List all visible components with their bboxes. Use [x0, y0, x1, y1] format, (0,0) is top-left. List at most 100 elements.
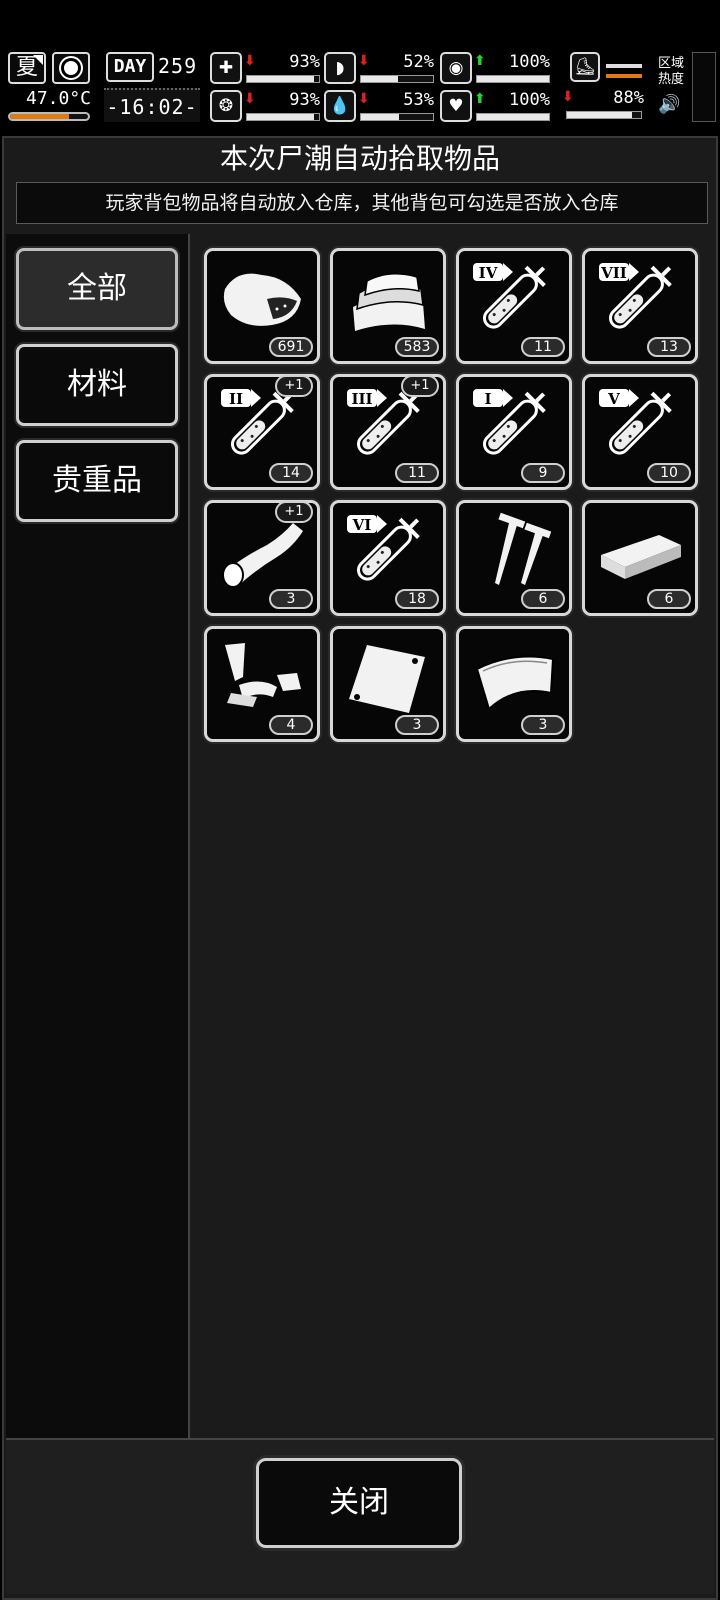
weather-indicator	[52, 52, 90, 84]
sanity-bar	[476, 75, 550, 83]
game-screen: 夏 47.0°C DAY 259 -16:02- ✚ ⬇ 93% ◗ ⬇ 52% ◉ ⬆ 100…	[0, 0, 720, 1600]
stamina-readout: ⬇ 88%	[558, 86, 646, 122]
hunger-stat: ◗ ⬇ 52%	[324, 50, 436, 86]
item-count: 6	[647, 589, 691, 609]
area-heat-label-line1: 区域	[657, 56, 684, 71]
category-sidebar: 全部 材料 贵重品	[6, 234, 190, 1456]
item-count: 4	[269, 715, 313, 735]
svg-text:VII: VII	[600, 264, 627, 282]
item-slot[interactable]: 3	[330, 626, 446, 742]
item-count: 6	[521, 589, 565, 609]
mood-value: 93%	[289, 90, 320, 110]
heat-meter	[692, 52, 716, 122]
trend-down-icon: ⬇	[244, 91, 256, 107]
item-slot[interactable]: IV 11	[456, 248, 572, 364]
hunger-bar-fill	[361, 76, 399, 82]
heart-stat: ♥ ⬆ 100%	[440, 88, 552, 124]
trend-up-icon: ⬆	[474, 91, 486, 107]
day-label: DAY	[106, 52, 154, 82]
speaker-icon[interactable]: 🔊	[658, 94, 680, 115]
item-slot[interactable]: 6	[582, 500, 698, 616]
item-count: 18	[395, 589, 439, 609]
temperature-readout: 47.0°C	[26, 88, 92, 109]
season-label: 夏	[15, 55, 38, 80]
heart-value: 100%	[509, 90, 550, 110]
mood-bar-fill	[247, 114, 314, 120]
clock: -16:02-	[104, 88, 200, 122]
tab-all[interactable]: 全部	[16, 248, 178, 330]
item-slot[interactable]: 4	[204, 626, 320, 742]
area-heat-label: 区域 热度	[654, 56, 688, 88]
stomach-icon: ◗	[324, 52, 356, 84]
item-count: 691	[269, 337, 313, 357]
status-hud: 夏 47.0°C DAY 259 -16:02- ✚ ⬇ 93% ◗ ⬇ 52% ◉ ⬆ 100…	[0, 48, 720, 128]
mood-bar	[246, 113, 320, 121]
health-bar	[246, 75, 320, 83]
item-slot[interactable]: II 14 +1	[204, 374, 320, 490]
item-count: 11	[521, 337, 565, 357]
heart-icon: ♥	[440, 90, 472, 122]
close-button[interactable]: 关闭	[256, 1458, 462, 1548]
upgrade-badge: +1	[275, 501, 313, 523]
health-bar-fill	[247, 76, 314, 82]
item-slot[interactable]: VII 13	[582, 248, 698, 364]
mood-stat: ❂ ⬇ 93%	[210, 88, 322, 124]
item-count: 13	[647, 337, 691, 357]
sanity-value: 100%	[509, 52, 550, 72]
trend-down-icon: ⬇	[358, 53, 370, 69]
item-grid: 691 583 IV 11 VII 13 II 14 +1 III 11 +1 I 9 V 10 3 +1 VI 18…	[192, 236, 714, 1456]
svg-text:IV: IV	[479, 264, 498, 282]
stamina-bar-fill	[567, 112, 633, 118]
trend-up-icon: ⬆	[474, 53, 486, 69]
tab-valuables[interactable]: 贵重品	[16, 440, 178, 522]
hunger-bar	[360, 75, 434, 83]
thirst-stat: 💧 ⬇ 53%	[324, 88, 436, 124]
svg-text:III: III	[351, 390, 372, 408]
item-slot[interactable]: V 10	[582, 374, 698, 490]
trend-down-icon: ⬇	[562, 89, 574, 105]
hunger-value: 52%	[403, 52, 434, 72]
item-slot[interactable]: I9	[456, 374, 572, 490]
head-icon: ◉	[440, 52, 472, 84]
sun-icon	[64, 61, 78, 75]
tab-materials[interactable]: 材料	[16, 344, 178, 426]
sanity-stat: ◉ ⬆ 100%	[440, 50, 552, 86]
item-count: 3	[269, 589, 313, 609]
stamina-bar	[566, 111, 642, 119]
temperature-bar-fill	[10, 114, 69, 119]
upgrade-badge: +1	[275, 375, 313, 397]
item-count: 11	[395, 463, 439, 483]
trend-down-icon: ⬇	[244, 53, 256, 69]
item-slot[interactable]: 3 +1	[204, 500, 320, 616]
thirst-bar-fill	[361, 114, 400, 120]
svg-text:I: I	[484, 390, 491, 408]
upgrade-badge: +1	[401, 375, 439, 397]
svg-text:II: II	[229, 390, 243, 408]
panel-title: 本次尸潮自动拾取物品	[219, 142, 500, 175]
day-number: 259	[158, 54, 198, 78]
water-drop-icon: 💧	[324, 90, 356, 122]
auto-loot-panel: 本次尸潮自动拾取物品 玩家背包物品将自动放入仓库，其他背包可勾选是否放入仓库 全…	[2, 136, 718, 1600]
item-slot[interactable]: VI 18	[330, 500, 446, 616]
item-count: 9	[521, 463, 565, 483]
temperature-bar	[8, 112, 90, 121]
health-stat: ✚ ⬇ 93%	[210, 50, 322, 86]
item-slot[interactable]: 3	[456, 626, 572, 742]
item-count: 3	[395, 715, 439, 735]
health-value: 93%	[289, 52, 320, 72]
item-slot[interactable]: 583	[330, 248, 446, 364]
medkit-icon: ✚	[210, 52, 242, 84]
season-indicator: 夏	[8, 52, 46, 84]
thirst-bar	[360, 113, 434, 121]
stamina-stat: ⛸ ⬇ 88%	[562, 50, 646, 124]
item-count: 14	[269, 463, 313, 483]
stamina-line-white	[606, 64, 642, 68]
thirst-value: 53%	[403, 90, 434, 110]
svg-text:V: V	[607, 390, 620, 408]
stamina-value: 88%	[613, 88, 644, 108]
item-count: 583	[395, 337, 439, 357]
item-slot[interactable]: III 11 +1	[330, 374, 446, 490]
item-slot[interactable]: 6	[456, 500, 572, 616]
item-slot[interactable]: 691	[204, 248, 320, 364]
area-heat-label-line2: 热度	[657, 72, 684, 87]
